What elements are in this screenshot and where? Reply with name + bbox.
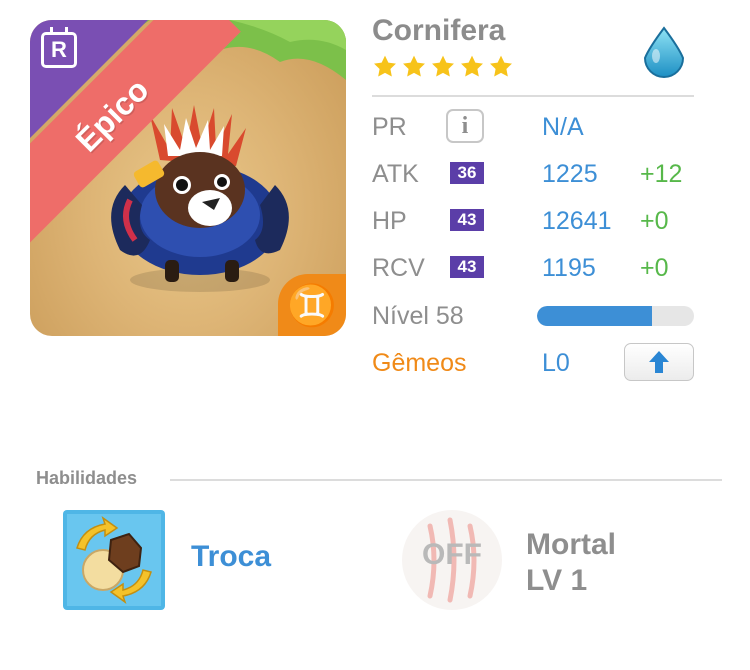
stat-value: 12641 <box>542 207 612 235</box>
upgrade-button[interactable] <box>624 343 694 381</box>
stat-row-hp: HP 43 12641 +0 <box>372 201 702 241</box>
abilities-heading: Habilidades <box>36 468 138 488</box>
calendar-icon: R <box>41 27 77 68</box>
passive-level-line: LV 1 <box>526 564 588 597</box>
swap-orbs-icon[interactable] <box>63 510 165 610</box>
zodiac-row: Gêmeos L0 <box>372 343 702 383</box>
stat-value: 1195 <box>542 254 596 282</box>
stat-label: HP <box>372 207 407 235</box>
stat-row-pr: PR i N/A <box>372 107 702 147</box>
abilities-divider <box>170 479 722 481</box>
star-icon <box>432 55 454 77</box>
stat-row-atk: ATK 36 1225 +12 <box>372 154 702 194</box>
star-icon <box>374 55 396 77</box>
swap-orbs-graphic <box>63 510 165 610</box>
up-arrow-icon <box>649 351 669 373</box>
water-drop-icon[interactable] <box>637 26 691 80</box>
level-progress-bar <box>537 306 694 326</box>
star-icon <box>403 55 425 77</box>
star-rating <box>372 54 514 80</box>
monster-portrait[interactable]: Épico R ♊ <box>30 20 346 336</box>
info-icon[interactable]: i <box>446 109 484 143</box>
stat-badge: 43 <box>450 256 484 278</box>
stat-label: ATK <box>372 160 419 188</box>
stat-row-rcv: RCV 43 1195 +0 <box>372 248 702 288</box>
header-divider <box>372 95 694 97</box>
stat-value: N/A <box>542 113 584 141</box>
monster-name: Cornifera <box>372 14 506 47</box>
star-icon <box>490 55 512 77</box>
stat-label: PR <box>372 113 407 141</box>
star-icon <box>461 55 483 77</box>
zodiac-level: L0 <box>542 349 570 377</box>
stat-bonus: +12 <box>640 160 683 188</box>
stat-label: RCV <box>372 254 425 282</box>
stat-bonus: +0 <box>640 207 669 235</box>
level-progress-fill <box>537 306 652 326</box>
stat-badge: 43 <box>450 209 484 231</box>
active-skill-name[interactable]: Troca <box>191 540 271 574</box>
level-label: Nível 58 <box>372 302 464 330</box>
monster-detail-screen: Épico R ♊ Cornifera PR i N/A ATK 36 1225… <box>0 0 750 670</box>
zodiac-label[interactable]: Gêmeos <box>372 343 466 383</box>
zodiac-badge: ♊ <box>278 274 346 336</box>
passive-name-line: Mortal <box>526 528 616 561</box>
passive-state: OFF <box>422 538 482 571</box>
stat-value: 1225 <box>542 160 598 188</box>
stat-badge: 36 <box>450 162 484 184</box>
level-row: Nível 58 <box>372 296 702 336</box>
stat-bonus: +0 <box>640 254 669 282</box>
gemini-icon: ♊ <box>287 283 337 328</box>
passive-skill-name[interactable]: Mortal LV 1 <box>526 527 616 599</box>
